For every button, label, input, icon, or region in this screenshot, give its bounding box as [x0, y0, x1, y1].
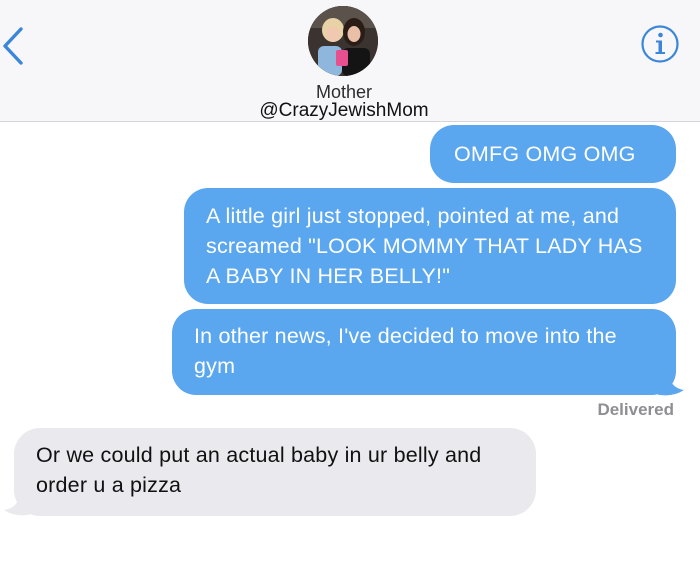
bubble-tail [658, 372, 684, 396]
message-text: In other news, I've decided to move into… [194, 324, 617, 378]
info-circle-icon[interactable] [640, 24, 680, 64]
avatar[interactable] [308, 6, 378, 76]
received-message-bubble[interactable]: Or we could put an actual baby in ur bel… [14, 428, 536, 516]
avatar-photo [308, 6, 378, 76]
message-text: A little girl just stopped, pointed at m… [206, 204, 643, 288]
sent-message-bubble[interactable]: OMFG OMG OMG [430, 125, 676, 183]
chevron-left-icon[interactable] [2, 26, 24, 66]
contact-handle[interactable]: @CrazyJewishMom [0, 100, 688, 122]
sent-message-bubble[interactable]: A little girl just stopped, pointed at m… [184, 188, 676, 304]
sent-message-bubble[interactable]: In other news, I've decided to move into… [172, 309, 676, 395]
conversation-header: Mother @CrazyJewishMom [0, 0, 700, 122]
message-text: Or we could put an actual baby in ur bel… [36, 443, 482, 497]
delivered-status: Delivered [597, 400, 674, 419]
bubble-tail [4, 494, 30, 516]
message-text: OMFG OMG OMG [454, 142, 636, 166]
